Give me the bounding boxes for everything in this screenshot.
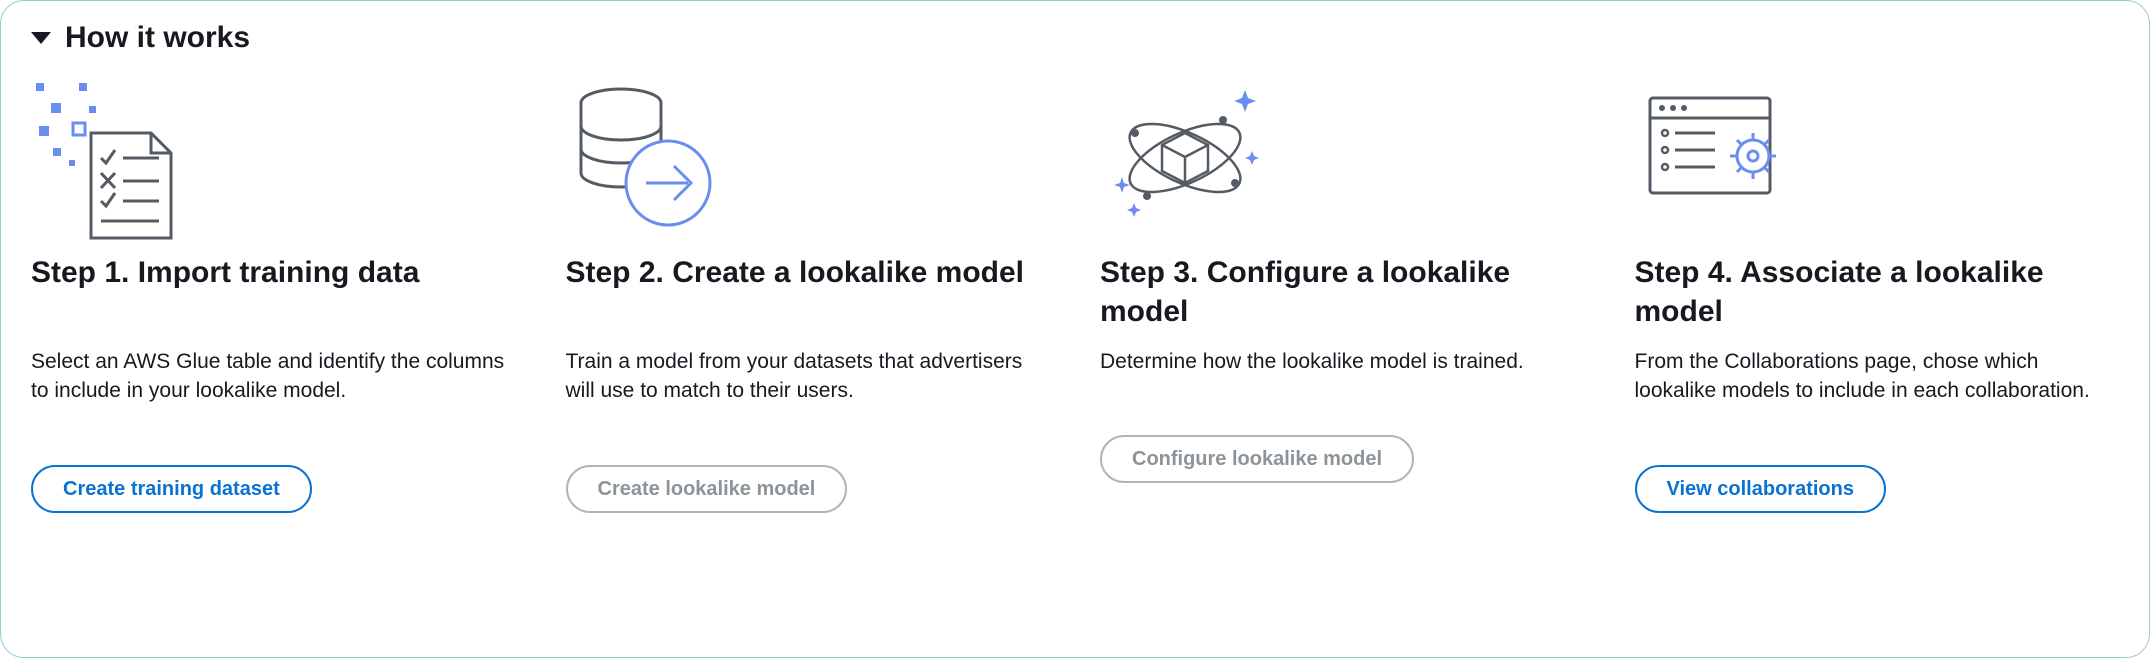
steps-row: Step 1. Import training data Select an A… <box>31 73 2119 513</box>
step-description: Determine how the lookalike model is tra… <box>1100 347 1585 407</box>
create-training-dataset-button[interactable]: Create training dataset <box>31 465 312 513</box>
step-title: Step 3. Configure a lookalike model <box>1100 253 1585 333</box>
view-collaborations-button[interactable]: View collaborations <box>1635 465 1886 513</box>
configure-model-icon <box>1100 73 1585 253</box>
create-model-icon <box>566 73 1051 253</box>
create-lookalike-model-button: Create lookalike model <box>566 465 848 513</box>
step-title: Step 4. Associate a lookalike model <box>1635 253 2120 333</box>
import-data-icon <box>31 73 516 253</box>
step-title: Step 2. Create a lookalike model <box>566 253 1051 333</box>
step-3: Step 3. Configure a lookalike model Dete… <box>1100 73 1585 513</box>
how-it-works-panel: How it works <box>0 0 2150 658</box>
step-description: Train a model from your datasets that ad… <box>566 347 1051 437</box>
caret-down-icon <box>31 32 51 44</box>
configure-lookalike-model-button: Configure lookalike model <box>1100 435 1414 483</box>
step-1: Step 1. Import training data Select an A… <box>31 73 516 513</box>
how-it-works-header[interactable]: How it works <box>31 21 2119 55</box>
associate-model-icon <box>1635 73 2120 253</box>
section-title: How it works <box>65 21 250 55</box>
step-title: Step 1. Import training data <box>31 253 516 333</box>
step-4: Step 4. Associate a lookalike model From… <box>1635 73 2120 513</box>
step-description: Select an AWS Glue table and identify th… <box>31 347 516 437</box>
step-description: From the Collaborations page, chose whic… <box>1635 347 2120 437</box>
step-2: Step 2. Create a lookalike model Train a… <box>566 73 1051 513</box>
